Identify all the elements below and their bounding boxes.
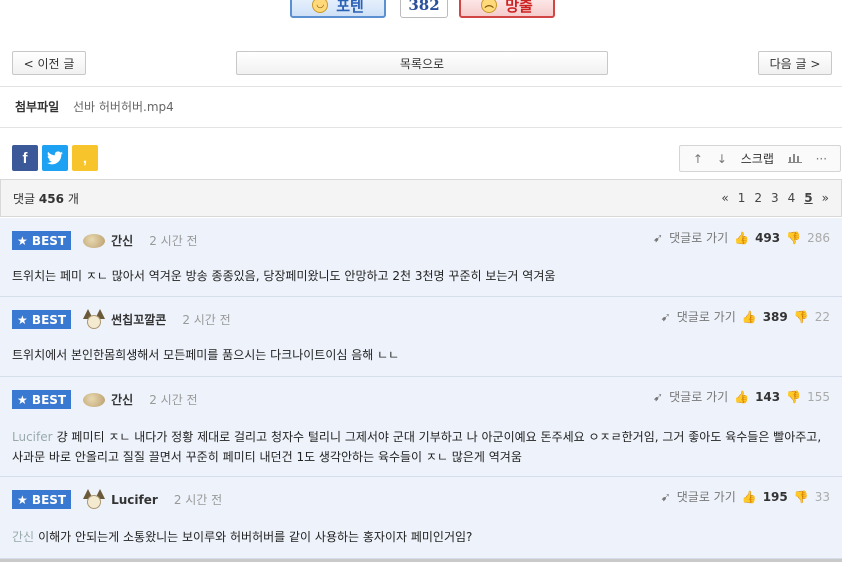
pager-first[interactable]: « (721, 191, 728, 205)
prev-post-button[interactable]: < 이전 글 (12, 51, 86, 75)
downvote-count: 286 (807, 230, 830, 245)
share-buttons: f , (12, 145, 98, 171)
comment-item: ★ BEST 간신 2 시간 전 ➹ 댓글로 가기 👍 493 👎 286 트위… (0, 218, 842, 297)
comment-time: 2 시간 전 (149, 234, 198, 248)
attachment-file-link[interactable]: 선바 허버허버.mp4 (73, 100, 174, 114)
pager-page-2[interactable]: 2 (754, 191, 762, 205)
attachment-row: 첨부파일 선바 허버허버.mp4 (15, 98, 174, 115)
send-icon: ➹ (660, 489, 671, 504)
comment-text: 간신 이해가 안되는게 소통왔니는 보이루와 허버허버를 같이 사용하는 홍자이자… (12, 527, 830, 547)
pager-page-1[interactable]: 1 (738, 191, 746, 205)
thumbs-down-icon[interactable]: 👎 (786, 390, 801, 404)
pager-page-3[interactable]: 3 (771, 191, 779, 205)
divider (0, 559, 842, 562)
back-to-list-button[interactable]: 목록으로 (236, 51, 608, 75)
upvote-count: 195 (762, 489, 788, 504)
best-badge: ★ BEST (12, 390, 72, 409)
reply-link[interactable]: 댓글로 가기 (669, 388, 728, 405)
thumbs-down-icon[interactable]: 👎 (794, 310, 809, 324)
pager-page-5-current[interactable]: 5 (804, 191, 812, 205)
next-post-button[interactable]: 다음 글 > (758, 51, 832, 75)
arrow-down-icon[interactable]: ↓ (717, 152, 727, 166)
upvote-count: 493 (755, 230, 781, 245)
fox-avatar-icon (83, 488, 106, 511)
reply-to-user[interactable]: Lucifer (12, 430, 53, 444)
facebook-share-button[interactable]: f (12, 145, 38, 171)
send-icon: ➹ (653, 230, 664, 245)
scrap-button[interactable]: 스크랩 (741, 150, 774, 167)
post-tools: ↑ ↓ 스크랩 ··· (679, 145, 841, 172)
comment-item: ★ BEST 간신 2 시간 전 ➹ 댓글로 가기 👍 143 👎 155 Lu… (0, 377, 842, 477)
divider (0, 86, 842, 87)
upvote-count: 143 (755, 389, 781, 404)
comments-header: 댓글 456 개 « 1 2 3 4 5 » (0, 179, 842, 217)
fox-avatar-icon (83, 308, 106, 331)
comment-author[interactable]: Lucifer (111, 493, 158, 507)
reply-link[interactable]: 댓글로 가기 (669, 229, 728, 246)
best-badge: ★ BEST (12, 490, 72, 509)
comment-body: 걍 페미티 ㅈㄴ 내다가 정황 제대로 걸리고 청자수 털리니 그제서야 군대 … (12, 430, 822, 464)
comment-text: 트위치는 페미 ㅈㄴ 많아서 역겨운 방송 종종있음, 당장페미왔니도 안망하고… (12, 269, 556, 283)
twitter-share-button[interactable] (42, 145, 68, 171)
downvote-button[interactable]: ︵ 망출 (459, 0, 555, 18)
comment-author[interactable]: 간신 (111, 232, 133, 249)
best-badge: ★ BEST (12, 231, 72, 250)
upvote-label: 포텐 (336, 0, 364, 15)
comment-item: ★ BEST 썬칩꼬깔콘 2 시간 전 ➹ 댓글로 가기 👍 389 👎 22 … (0, 297, 842, 377)
comment-body: 이해가 안되는게 소통왔니는 보이루와 허버허버를 같이 사용하는 홍자이자 페… (38, 530, 473, 544)
thumbs-up-icon[interactable]: 👍 (734, 390, 749, 404)
smile-face-icon: ◡ (312, 0, 329, 13)
best-badge: ★ BEST (12, 310, 72, 329)
thumbs-down-icon[interactable]: 👎 (786, 231, 801, 245)
more-icon[interactable]: ··· (816, 152, 827, 166)
vote-count: 382 (400, 0, 448, 18)
comment-author[interactable]: 간신 (111, 391, 133, 408)
downvote-count: 33 (814, 489, 830, 504)
reply-to-user[interactable]: 간신 (12, 530, 34, 544)
comment-time: 2 시간 전 (173, 493, 223, 507)
thumbs-up-icon[interactable]: 👍 (734, 231, 749, 245)
comment-time: 2 시간 전 (149, 393, 198, 407)
downvote-count: 22 (814, 309, 830, 324)
arrow-up-icon[interactable]: ↑ (693, 152, 703, 166)
divider (0, 127, 842, 128)
twitter-bird-icon (47, 151, 63, 165)
avatar (83, 233, 106, 248)
attachment-label: 첨부파일 (15, 100, 60, 114)
comment-text: Lucifer 걍 페미티 ㅈㄴ 내다가 정황 제대로 걸리고 청자수 털리니 그… (12, 427, 830, 467)
comment-time: 2 시간 전 (182, 313, 231, 327)
comment-count: 댓글 456 개 (13, 191, 79, 206)
chart-icon[interactable] (787, 152, 802, 166)
send-icon: ➹ (660, 309, 671, 324)
thumbs-up-icon[interactable]: 👍 (742, 490, 757, 504)
pager-page-4[interactable]: 4 (788, 191, 796, 205)
kakaostory-share-button[interactable]: , (72, 145, 98, 171)
downvote-label: 망출 (505, 0, 533, 15)
avatar (83, 392, 106, 407)
downvote-count: 155 (807, 389, 830, 404)
upvote-count: 389 (762, 309, 788, 324)
thumbs-down-icon[interactable]: 👎 (794, 490, 809, 504)
comment-item: ★ BEST Lucifer 2 시간 전 ➹ 댓글로 가기 👍 195 👎 3… (0, 477, 842, 559)
reply-link[interactable]: 댓글로 가기 (677, 308, 736, 325)
pager-last[interactable]: » (822, 191, 829, 205)
comment-author[interactable]: 썬칩꼬깔콘 (111, 311, 166, 328)
comment-pagination: « 1 2 3 4 5 » (721, 191, 829, 205)
sad-face-icon: ︵ (481, 0, 498, 13)
reply-link[interactable]: 댓글로 가기 (677, 488, 736, 505)
thumbs-up-icon[interactable]: 👍 (742, 310, 757, 324)
upvote-button[interactable]: ◡ 포텐 (290, 0, 386, 18)
send-icon: ➹ (653, 389, 664, 404)
comment-text: 트위치에서 본인한몸희생해서 모든페미를 품으시는 다크나이트이심 음해 ㄴㄴ (12, 348, 400, 362)
vote-bar: ◡ 포텐 382 ︵ 망출 (0, 0, 850, 20)
